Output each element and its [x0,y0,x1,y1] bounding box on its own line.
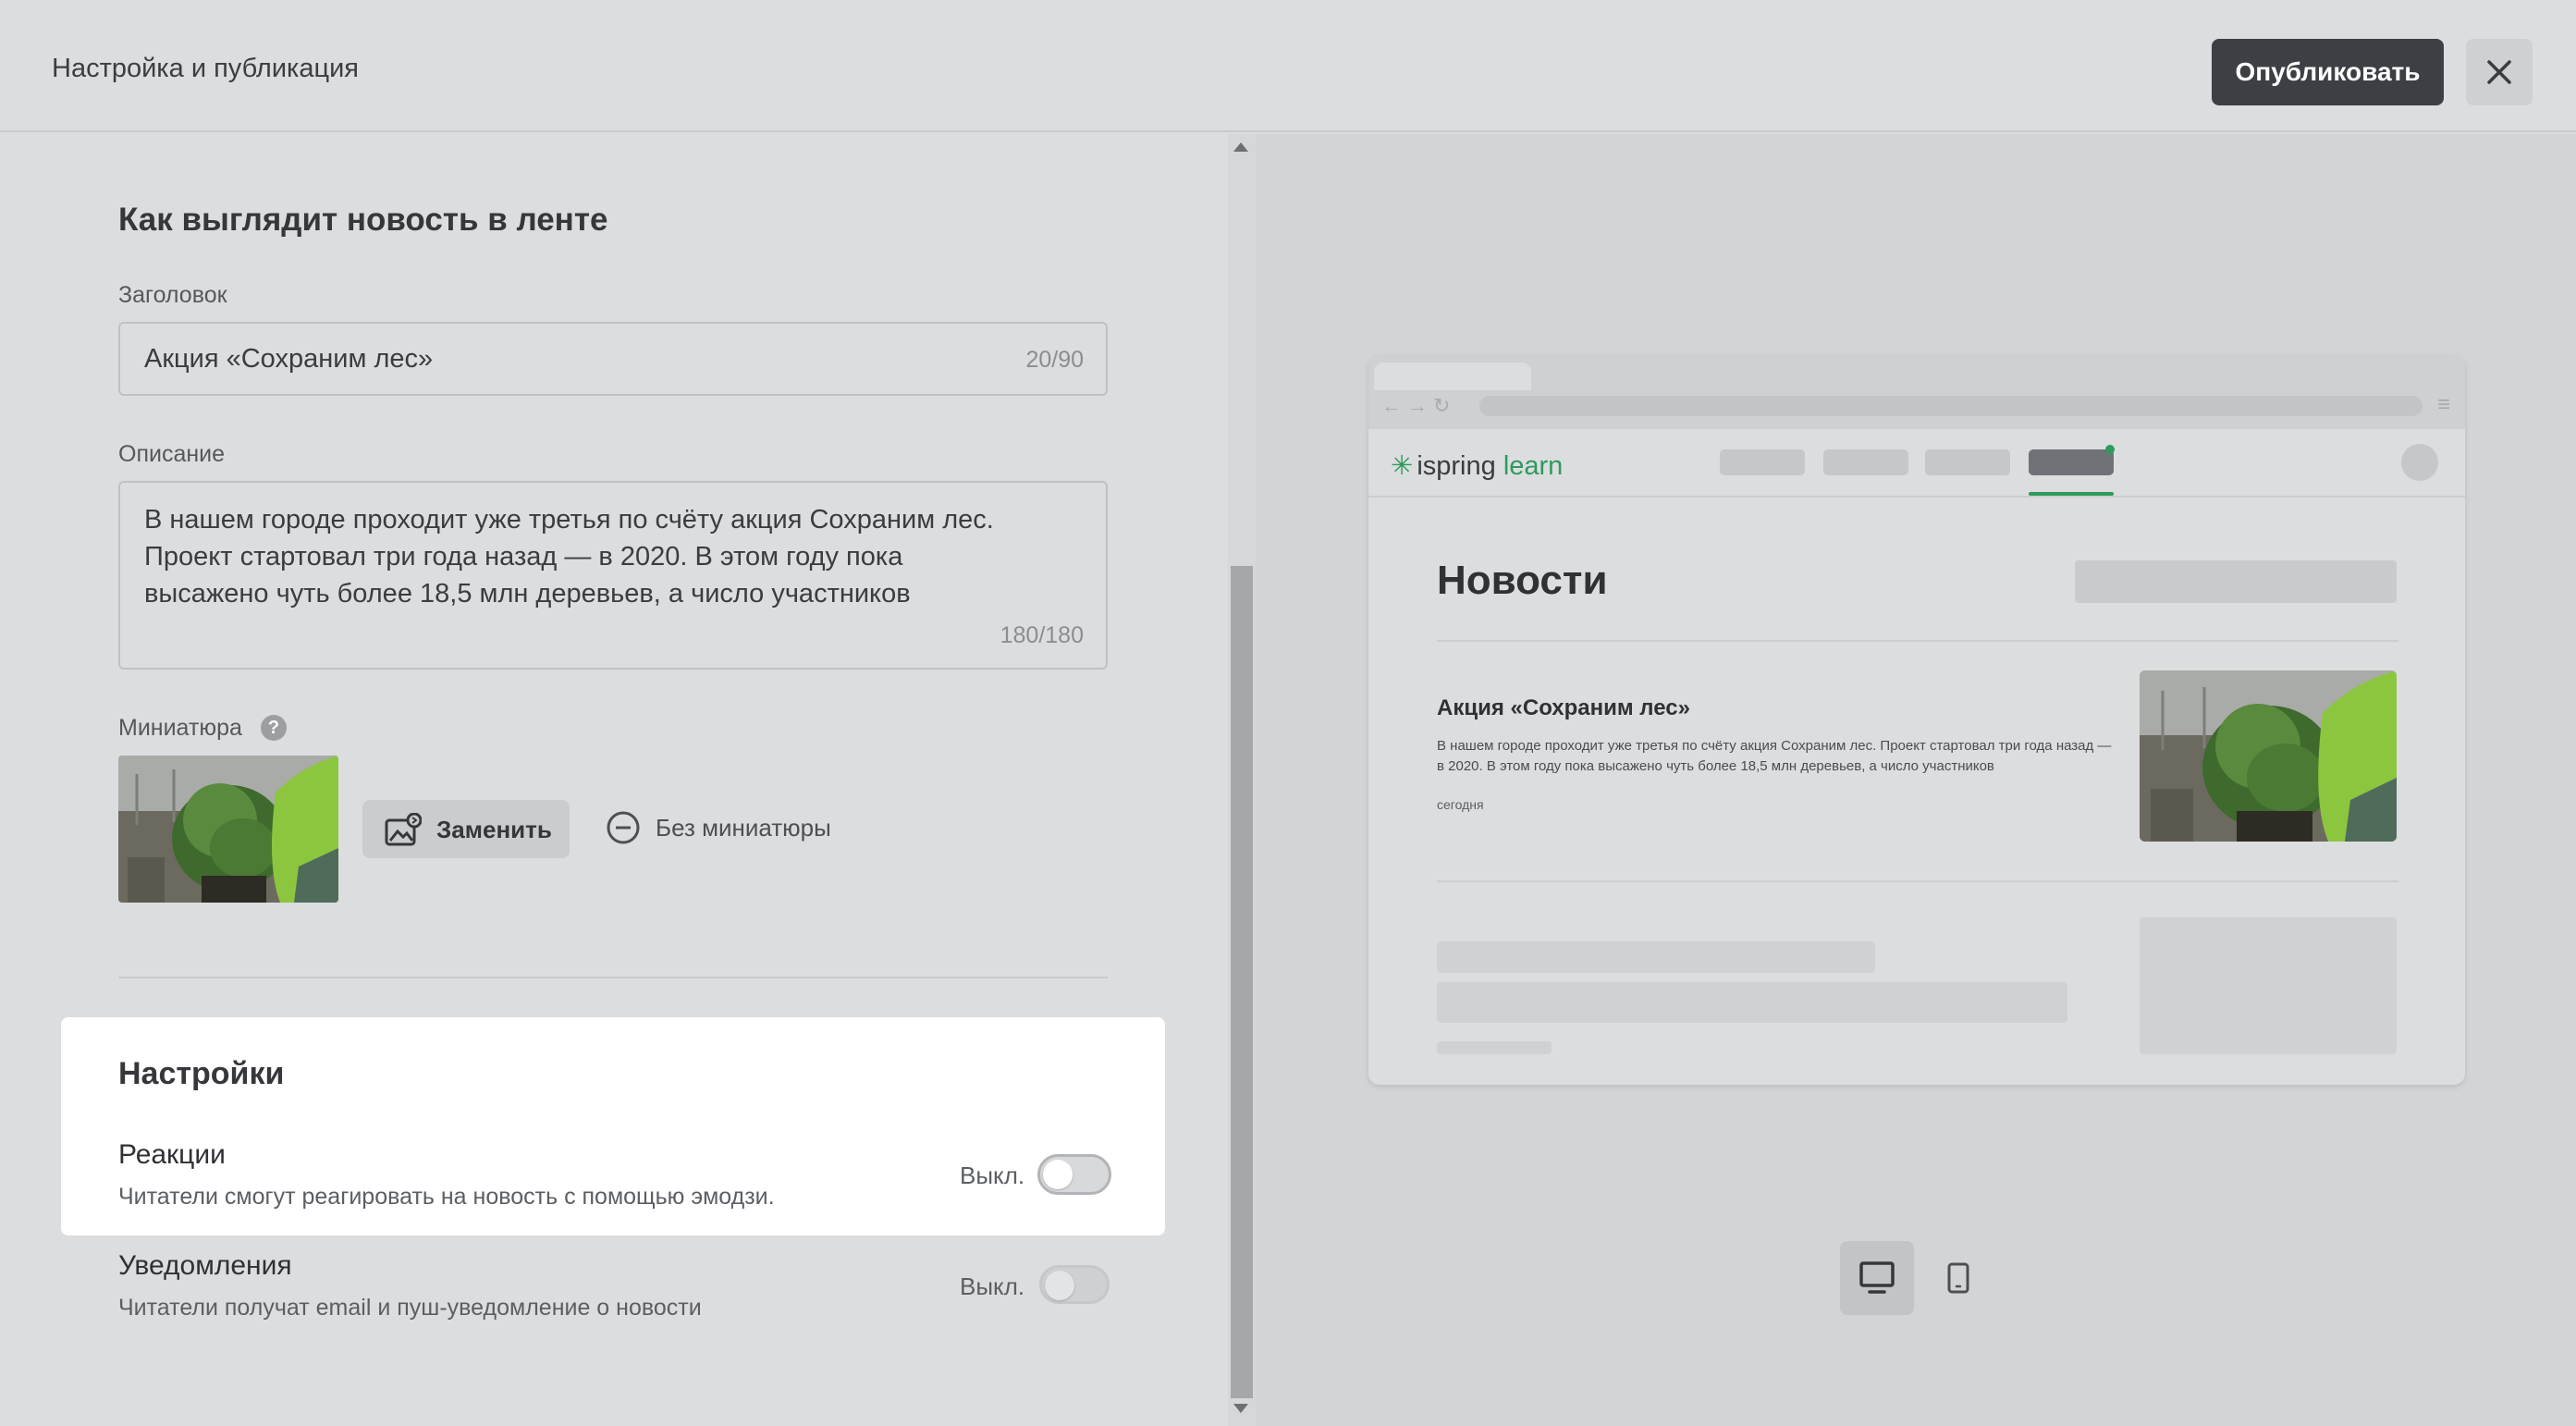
scroll-up-arrow[interactable] [1233,142,1248,152]
browser-address-bar [1479,396,2423,416]
browser-nav-icons: ←→↻ [1381,394,1456,417]
preview-nav-item [1925,449,2010,475]
notification-dot-icon [2105,445,2115,454]
page-title: Настройка и публикация [52,54,359,83]
description-counter: 180/180 [1000,622,1084,648]
scroll-down-arrow[interactable] [1233,1404,1248,1413]
description-label: Описание [118,441,226,467]
help-icon[interactable]: ? [261,715,287,741]
preview-app-bar: ✳ ispring learn [1368,429,2465,498]
browser-toolbar: ←→↻ ≡ [1368,355,2465,429]
ispring-learn-logo: ✳ ispring learn [1391,449,1563,482]
notifications-description: Читатели получат email и пуш-уведомление… [118,1295,702,1321]
replace-label: Заменить [436,816,552,843]
toggle-knob [1045,1271,1074,1300]
description-textarea[interactable]: В нашем городе проходит уже третья по сч… [118,481,1108,670]
headline-value: Акция «Сохраним лес» [144,344,434,374]
skeleton-line [1437,941,1875,973]
replace-image-icon [385,813,422,846]
thumbnail-image [118,756,338,903]
settings-title: Настройки [118,1056,285,1091]
reactions-description: Читатели смогут реагировать на новость с… [118,1184,775,1210]
publish-button[interactable]: Опубликовать [2212,39,2444,105]
notifications-state-label: Выкл. [960,1272,1025,1300]
desktop-icon [1859,1261,1895,1294]
headline-counter: 20/90 [1025,347,1084,373]
replace-thumbnail-button[interactable]: Заменить [362,800,570,858]
headline-label: Заголовок [118,282,227,308]
preview-divider [1437,640,2398,642]
preview-search-placeholder [2075,560,2397,603]
preview-page-title: Новости [1437,558,1608,603]
skeleton-line [1437,982,2067,1023]
scrollbar-thumb[interactable] [1231,566,1253,1398]
active-nav-underline [2029,492,2114,496]
preview-item-text: В нашем городе проходит уже третья по сч… [1437,738,2112,774]
no-thumbnail-button[interactable]: Без миниатюры [606,809,831,846]
thumbnail-label: Миниатюра [118,715,242,741]
skeleton-line [1437,1041,1552,1054]
preview-item-thumbnail [2140,670,2397,842]
preview-item-title: Акция «Сохраним лес» [1437,695,1690,720]
preview-nav-item [1720,449,1805,475]
browser-menu-icon: ≡ [2436,392,2450,417]
toggle-knob [1043,1160,1073,1189]
mobile-icon [1947,1262,1969,1294]
skeleton-thumbnail [2140,917,2397,1054]
reactions-toggle[interactable] [1037,1154,1111,1195]
close-icon [2487,60,2511,84]
preview-item-date: сегодня [1437,797,1484,812]
no-thumbnail-label: Без миниатюры [656,813,831,842]
reactions-state-label: Выкл. [960,1162,1025,1189]
headline-input[interactable]: Акция «Сохраним лес» 20/90 [118,322,1108,396]
top-bar: Настройка и публикация Опубликовать [0,0,2576,132]
divider [118,977,1108,978]
notifications-title: Уведомления [118,1250,292,1281]
logo-accent: learn [1503,451,1564,481]
preview-nav-item [1823,449,1908,475]
desktop-view-button[interactable] [1840,1241,1914,1315]
browser-tab [1374,363,1531,390]
logo-spark-icon: ✳ [1391,451,1414,481]
notifications-toggle[interactable] [1039,1265,1110,1304]
logo-main: ispring [1417,451,1496,481]
preview-avatar [2401,444,2438,481]
reactions-title: Реакции [118,1139,226,1170]
preview-nav-item-active [2029,449,2114,475]
feed-section-title: Как выглядит новость в ленте [118,202,608,238]
close-button[interactable] [2466,39,2533,105]
description-value: В нашем городе проходит уже третья по сч… [144,505,994,609]
preview-divider [1437,880,2398,882]
mobile-view-button[interactable] [1921,1241,1995,1315]
minus-circle-icon [607,811,640,844]
